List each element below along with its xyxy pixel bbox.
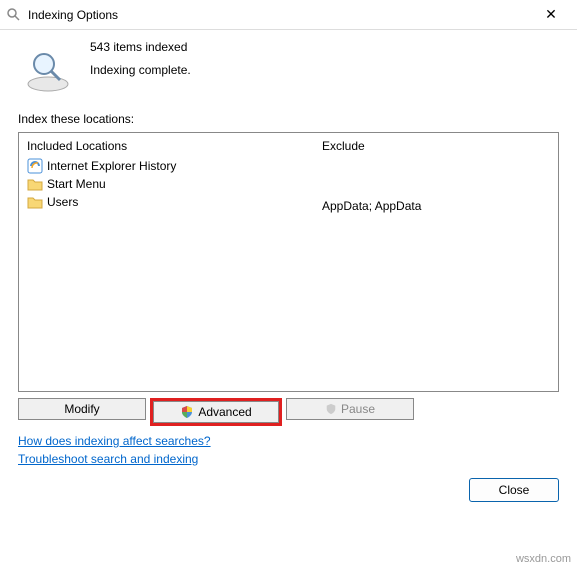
indexing-options-icon (6, 7, 22, 23)
included-header: Included Locations (27, 139, 306, 153)
close-icon: ✕ (545, 6, 557, 23)
modify-button[interactable]: Modify (18, 398, 146, 420)
shield-icon (325, 403, 337, 415)
shield-icon (180, 405, 194, 419)
watermark: wsxdn.com (516, 553, 571, 565)
window-title: Indexing Options (28, 8, 118, 22)
pause-button: Pause (286, 398, 414, 420)
help-links: How does indexing affect searches? Troub… (18, 434, 559, 466)
close-button[interactable]: Close (469, 478, 559, 502)
folder-icon (27, 194, 43, 210)
items-indexed-count: 543 items indexed (90, 36, 191, 59)
list-item[interactable]: Internet Explorer History (27, 157, 306, 175)
exclude-value: AppData; AppData (322, 199, 550, 213)
magnifier-icon (24, 46, 72, 94)
locations-label: Index these locations: (18, 112, 559, 126)
location-name: Start Menu (47, 177, 106, 191)
list-item[interactable]: Start Menu (27, 175, 306, 193)
highlight-box: Advanced (150, 398, 282, 426)
close-window-button[interactable]: ✕ (531, 1, 571, 29)
titlebar: Indexing Options ✕ (0, 0, 577, 30)
location-name: Internet Explorer History (47, 159, 176, 173)
location-name: Users (47, 195, 78, 209)
status-area: 543 items indexed Indexing complete. (18, 36, 559, 94)
advanced-button[interactable]: Advanced (153, 401, 279, 423)
exclude-header: Exclude (322, 139, 550, 153)
folder-icon (27, 176, 43, 192)
help-link-troubleshoot[interactable]: Troubleshoot search and indexing (18, 452, 198, 466)
list-item[interactable]: Users (27, 193, 306, 211)
ie-icon (27, 158, 43, 174)
button-row: Modify Advanced Pause (18, 398, 559, 426)
help-link-how[interactable]: How does indexing affect searches? (18, 434, 211, 448)
locations-listbox[interactable]: Included Locations Internet Explorer His… (18, 132, 559, 392)
indexing-state: Indexing complete. (90, 59, 191, 82)
